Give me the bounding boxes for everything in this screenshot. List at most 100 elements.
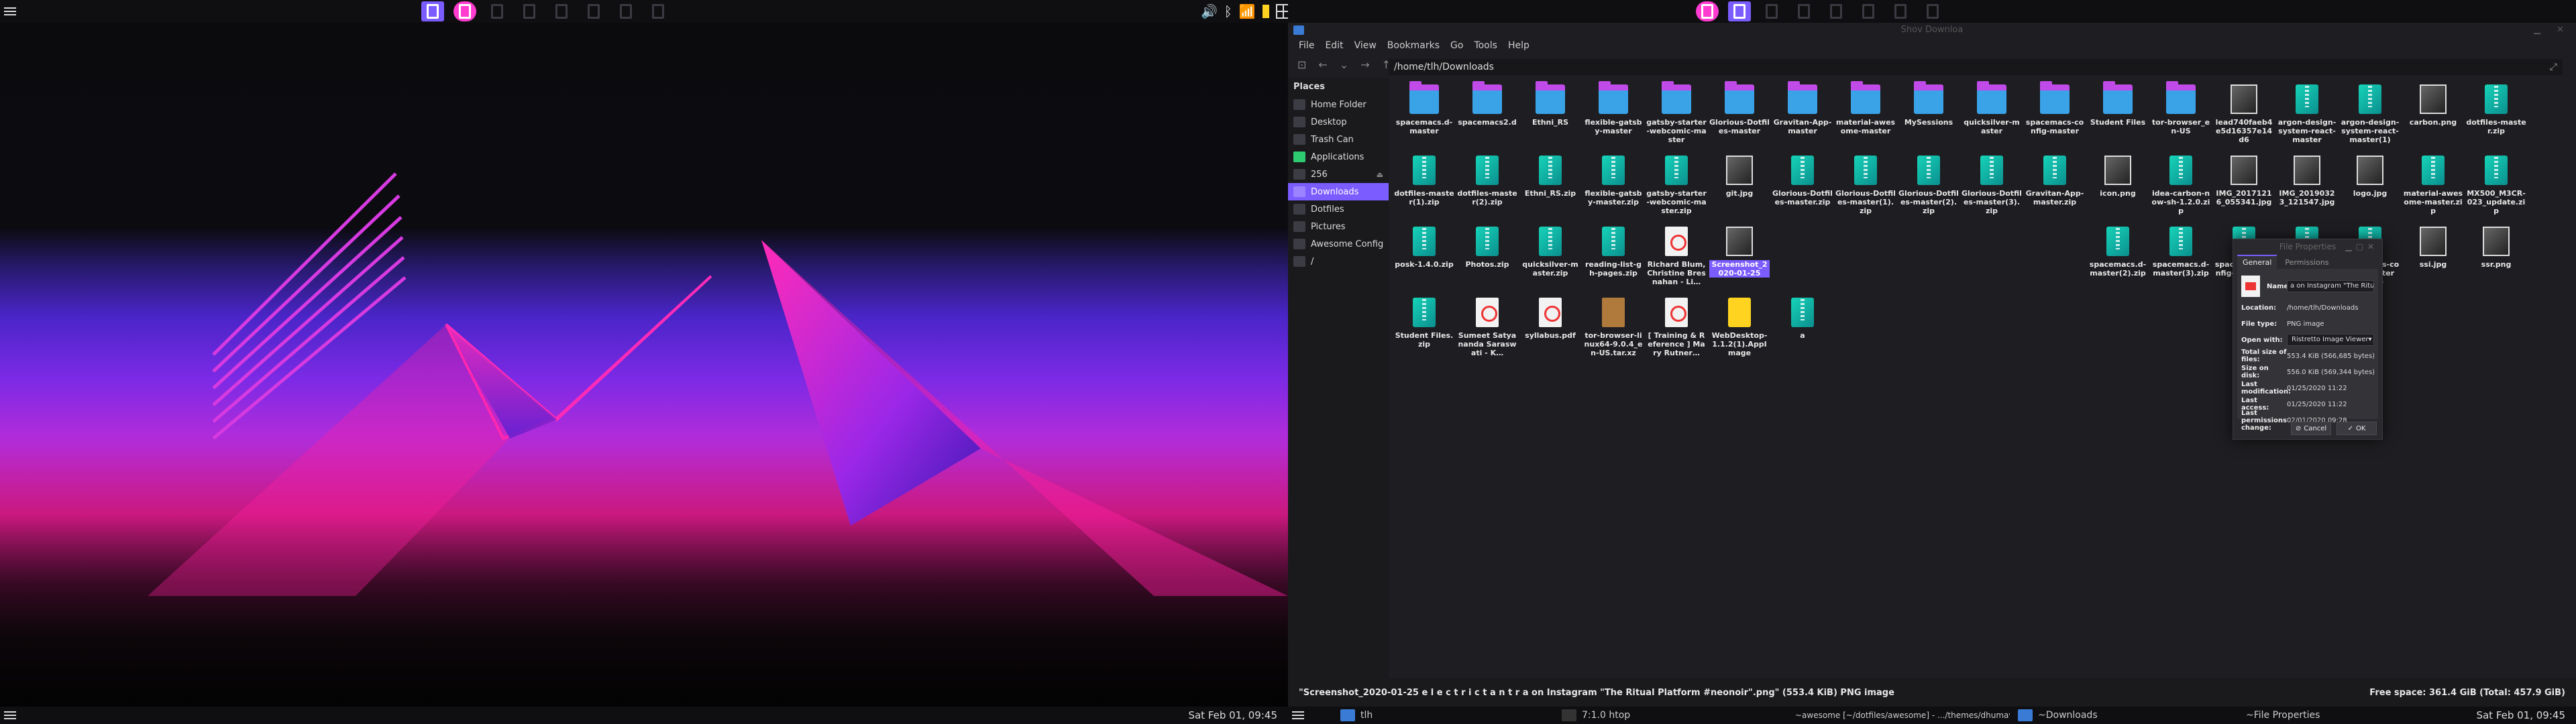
file-item[interactable]: flexible-gatsby-master.zip: [1583, 156, 1644, 227]
file-item[interactable]: syllabus.pdf: [1520, 298, 1580, 369]
place-downloads[interactable]: Downloads: [1288, 183, 1389, 200]
r-tag-3[interactable]: [1760, 1, 1783, 21]
file-item[interactable]: reading-list-gh-pages.zip: [1583, 227, 1644, 298]
forward-icon[interactable]: →: [1360, 58, 1369, 71]
task-terminal-tlh[interactable]: tlh: [1332, 707, 1554, 724]
right-bottom-menu-icon[interactable]: [1291, 708, 1305, 723]
file-item[interactable]: idea-carbon-now-sh-1.2.0.zip: [2151, 156, 2211, 227]
file-item[interactable]: a: [1772, 298, 1833, 369]
file-item[interactable]: Glorious-Dotfiles-master(2).zip: [1898, 156, 1959, 227]
tag-8[interactable]: [647, 1, 669, 21]
folder-item[interactable]: spacemacs.d-master: [1394, 81, 1454, 156]
folder-item[interactable]: Ethni_RS: [1520, 81, 1580, 156]
folder-item[interactable]: flexible-gatsby-master: [1583, 81, 1644, 156]
place-awesome-config[interactable]: Awesome Config: [1288, 235, 1389, 253]
file-item[interactable]: ssr.png: [2466, 227, 2526, 298]
dialog-window-controls[interactable]: ▁▢✕: [2345, 239, 2378, 254]
ok-button[interactable]: ✓ OK: [2337, 422, 2377, 435]
folder-item[interactable]: gatsby-starter-webcomic-master: [1646, 81, 1707, 156]
r-tag-6[interactable]: [1857, 1, 1880, 21]
wifi-icon[interactable]: 📶: [1239, 3, 1256, 19]
folder-item[interactable]: Student Files: [2088, 81, 2148, 156]
file-item[interactable]: tor-browser-linux64-9.0.4_en-US.tar.xz: [1583, 298, 1644, 369]
name-input[interactable]: a on Instagram "The Ritual Platform #: [2287, 280, 2374, 292]
folder-item[interactable]: quicksilver-master: [1962, 81, 2022, 156]
file-item[interactable]: icon.png: [2088, 156, 2148, 227]
place-pictures[interactable]: Pictures: [1288, 218, 1389, 235]
bluetooth-icon[interactable]: ᛒ: [1224, 3, 1232, 19]
file-item[interactable]: quicksilver-master.zip: [1520, 227, 1580, 298]
file-item[interactable]: dotfiles-master(2).zip: [1457, 156, 1517, 227]
tab-general[interactable]: General: [2237, 255, 2277, 269]
tag-7[interactable]: [614, 1, 637, 21]
task-webstorm[interactable]: ~awesome [~/dotfiles/awesome] - .../them…: [1782, 707, 2010, 724]
file-item[interactable]: IMG_20171216_055341.jpg: [2214, 156, 2274, 227]
left-bottom-menu-icon[interactable]: [3, 708, 17, 723]
place-trash[interactable]: Trash Can: [1288, 131, 1389, 148]
dialog-titlebar[interactable]: File Properties ▁▢✕: [2233, 239, 2382, 254]
file-item[interactable]: dotfiles-master(1).zip: [1394, 156, 1454, 227]
new-tab-icon[interactable]: ⊡: [1297, 58, 1306, 71]
task-file-properties[interactable]: ~File Properties: [2238, 707, 2385, 724]
r-tag-7[interactable]: [1889, 1, 1912, 21]
place-root[interactable]: /: [1288, 253, 1389, 270]
menu-go[interactable]: Go: [1450, 40, 1463, 51]
volume-icon[interactable]: 🔊: [1201, 3, 1218, 19]
fm-window-controls[interactable]: ▁ ✕: [2534, 23, 2571, 38]
menu-file[interactable]: File: [1299, 40, 1314, 51]
open-with-select[interactable]: Ristretto Image Viewer ▾: [2287, 334, 2374, 346]
file-item[interactable]: dotfiles-master.zip: [2466, 84, 2526, 156]
cancel-button[interactable]: ⊘ Cancel: [2291, 422, 2331, 435]
fm-titlebar[interactable]: Shov Downloa ▁ ✕: [1288, 23, 2576, 38]
menu-edit[interactable]: Edit: [1325, 40, 1343, 51]
menu-view[interactable]: View: [1354, 40, 1377, 51]
file-item[interactable]: Ethni_RS.zip: [1520, 156, 1580, 227]
folder-item[interactable]: material-awesome-master: [1835, 81, 1896, 156]
file-item[interactable]: lead740faeb4e5d16357e14d6: [2214, 84, 2274, 156]
place-desktop[interactable]: Desktop: [1288, 113, 1389, 131]
menu-tools[interactable]: Tools: [1474, 40, 1497, 51]
file-item[interactable]: Glorious-Dotfiles-master(1).zip: [1835, 156, 1896, 227]
file-item[interactable]: Glorious-Dotfiles-master(3).zip: [1962, 156, 2022, 227]
file-item[interactable]: material-awesome-master.zip: [2403, 156, 2463, 227]
file-item[interactable]: argon-design-system-react-master(1): [2340, 84, 2400, 156]
file-item[interactable]: IMG_20190323_121547.jpg: [2277, 156, 2337, 227]
place-256[interactable]: 256 ⏏: [1288, 166, 1389, 183]
file-item[interactable]: Gravitan-App-master.zip: [2025, 156, 2085, 227]
file-item[interactable]: spacemacs.d-master(3).zip: [2151, 227, 2211, 298]
file-item[interactable]: Richard Blum, Christine Bresnahan - Li…: [1646, 227, 1707, 298]
r-tag-5[interactable]: [1825, 1, 1847, 21]
task-downloads[interactable]: ~Downloads: [2010, 707, 2238, 724]
folder-item[interactable]: MySessions: [1898, 81, 1959, 156]
file-item[interactable]: git.jpg: [1709, 156, 1770, 227]
folder-item[interactable]: spacemacs-config-master: [2025, 81, 2085, 156]
file-item[interactable]: argon-design-system-react-master: [2277, 84, 2337, 156]
tag-3[interactable]: [486, 1, 508, 21]
file-item[interactable]: [ Training & Reference ] Mary Rutner…: [1646, 298, 1707, 369]
file-item[interactable]: posk-1.4.0.zip: [1394, 227, 1454, 298]
folder-item[interactable]: Glorious-Dotfiles-master: [1709, 81, 1770, 156]
tag-5[interactable]: [550, 1, 573, 21]
launcher-menu-icon[interactable]: [3, 4, 17, 19]
folder-item[interactable]: spacemacs2.d: [1457, 81, 1517, 156]
r-tag-2[interactable]: [1728, 1, 1751, 21]
location-bar[interactable]: /home/tlh/Downloads ⤢: [1389, 59, 2563, 75]
place-applications[interactable]: Applications: [1288, 148, 1389, 166]
zoom-icon[interactable]: ⤢: [2550, 59, 2557, 75]
task-htop[interactable]: 7:1.0 htop: [1554, 707, 1782, 724]
file-item[interactable]: logo.jpg: [2340, 156, 2400, 227]
file-item[interactable]: Photos.zip: [1457, 227, 1517, 298]
tag-4[interactable]: [518, 1, 541, 21]
file-item[interactable]: carbon.png: [2403, 84, 2463, 156]
menu-help[interactable]: Help: [1508, 40, 1529, 51]
file-item[interactable]: gatsby-starter-webcomic-master.zip: [1646, 156, 1707, 227]
menu-bookmarks[interactable]: Bookmarks: [1387, 40, 1440, 51]
tag-6[interactable]: [582, 1, 605, 21]
tab-permissions[interactable]: Permissions: [2279, 256, 2334, 269]
file-item[interactable]: WebDesktop-1.1.2(1).AppImage: [1709, 298, 1770, 369]
file-item[interactable]: Screenshot_2020-01-25: [1709, 227, 1770, 298]
folder-item[interactable]: Gravitan-App-master: [1772, 81, 1833, 156]
file-item[interactable]: spacemacs.d-master(2).zip: [2088, 227, 2148, 298]
place-home-folder[interactable]: Home Folder: [1288, 96, 1389, 113]
place-dotfiles[interactable]: Dotfiles: [1288, 200, 1389, 218]
